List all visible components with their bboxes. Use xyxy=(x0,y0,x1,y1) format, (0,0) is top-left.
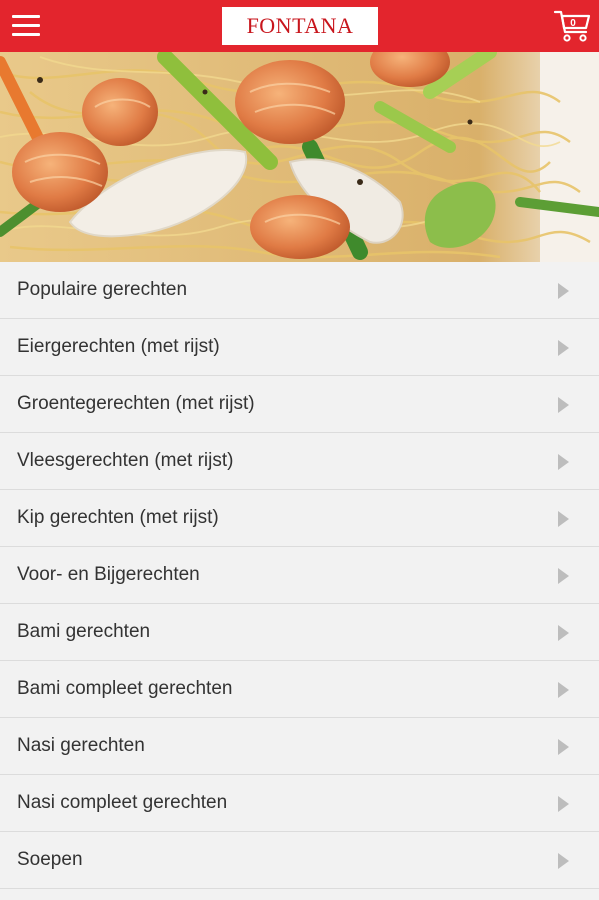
chevron-right-icon xyxy=(558,796,569,812)
menu-item-label: Nasi compleet gerechten xyxy=(17,792,228,813)
chevron-right-icon xyxy=(558,739,569,755)
chevron-right-icon xyxy=(558,853,569,869)
menu-bar-middle xyxy=(12,24,40,27)
menu-item-bami-compleet-gerechten[interactable]: Bami compleet gerechten xyxy=(0,661,599,718)
menu-item-label: Nasi gerechten xyxy=(17,735,145,756)
menu-item-label: Bami gerechten xyxy=(17,621,151,642)
chevron-right-icon xyxy=(558,511,569,527)
menu-item-eiergerechten[interactable]: Eiergerechten (met rijst) xyxy=(0,319,599,376)
menu-item-label: Bami compleet gerechten xyxy=(17,678,233,699)
hamburger-menu-icon[interactable] xyxy=(10,11,42,41)
chevron-right-icon xyxy=(558,568,569,584)
brand-logo[interactable]: FONTANA xyxy=(222,7,378,45)
menu-bar-top xyxy=(12,15,40,18)
menu-item-bami-gerechten[interactable]: Bami gerechten xyxy=(0,604,599,661)
brand-logo-text: FONTANA xyxy=(246,13,354,38)
chevron-right-icon xyxy=(558,625,569,641)
menu-item-label: Populaire gerechten xyxy=(17,279,188,300)
category-menu-list: Populaire gerechten Eiergerechten (met r… xyxy=(0,262,599,889)
cart-count-badge: 0 xyxy=(570,18,576,29)
noodle-dish-illustration xyxy=(0,52,599,262)
shopping-cart-button[interactable]: 0 xyxy=(553,8,593,44)
menu-item-populaire-gerechten[interactable]: Populaire gerechten xyxy=(0,262,599,319)
chevron-right-icon xyxy=(558,454,569,470)
menu-item-soepen[interactable]: Soepen xyxy=(0,832,599,889)
menu-bar-bottom xyxy=(12,33,40,36)
menu-item-label: Groentegerechten (met rijst) xyxy=(17,393,255,414)
menu-item-kip-gerechten[interactable]: Kip gerechten (met rijst) xyxy=(0,490,599,547)
chevron-right-icon xyxy=(558,682,569,698)
menu-item-nasi-gerechten[interactable]: Nasi gerechten xyxy=(0,718,599,775)
chevron-right-icon xyxy=(558,340,569,356)
menu-item-label: Vleesgerechten (met rijst) xyxy=(17,450,234,471)
hero-food-image xyxy=(0,52,599,262)
top-app-bar: FONTANA 0 xyxy=(0,0,599,52)
menu-item-nasi-compleet-gerechten[interactable]: Nasi compleet gerechten xyxy=(0,775,599,832)
menu-item-label: Voor- en Bijgerechten xyxy=(17,564,200,585)
menu-item-voor-en-bijgerechten[interactable]: Voor- en Bijgerechten xyxy=(0,547,599,604)
menu-item-label: Soepen xyxy=(17,849,83,870)
menu-item-label: Kip gerechten (met rijst) xyxy=(17,507,219,528)
menu-item-label: Eiergerechten (met rijst) xyxy=(17,336,220,357)
chevron-right-icon xyxy=(558,397,569,413)
menu-item-vleesgerechten[interactable]: Vleesgerechten (met rijst) xyxy=(0,433,599,490)
menu-item-groentegerechten[interactable]: Groentegerechten (met rijst) xyxy=(0,376,599,433)
chevron-right-icon xyxy=(558,283,569,299)
